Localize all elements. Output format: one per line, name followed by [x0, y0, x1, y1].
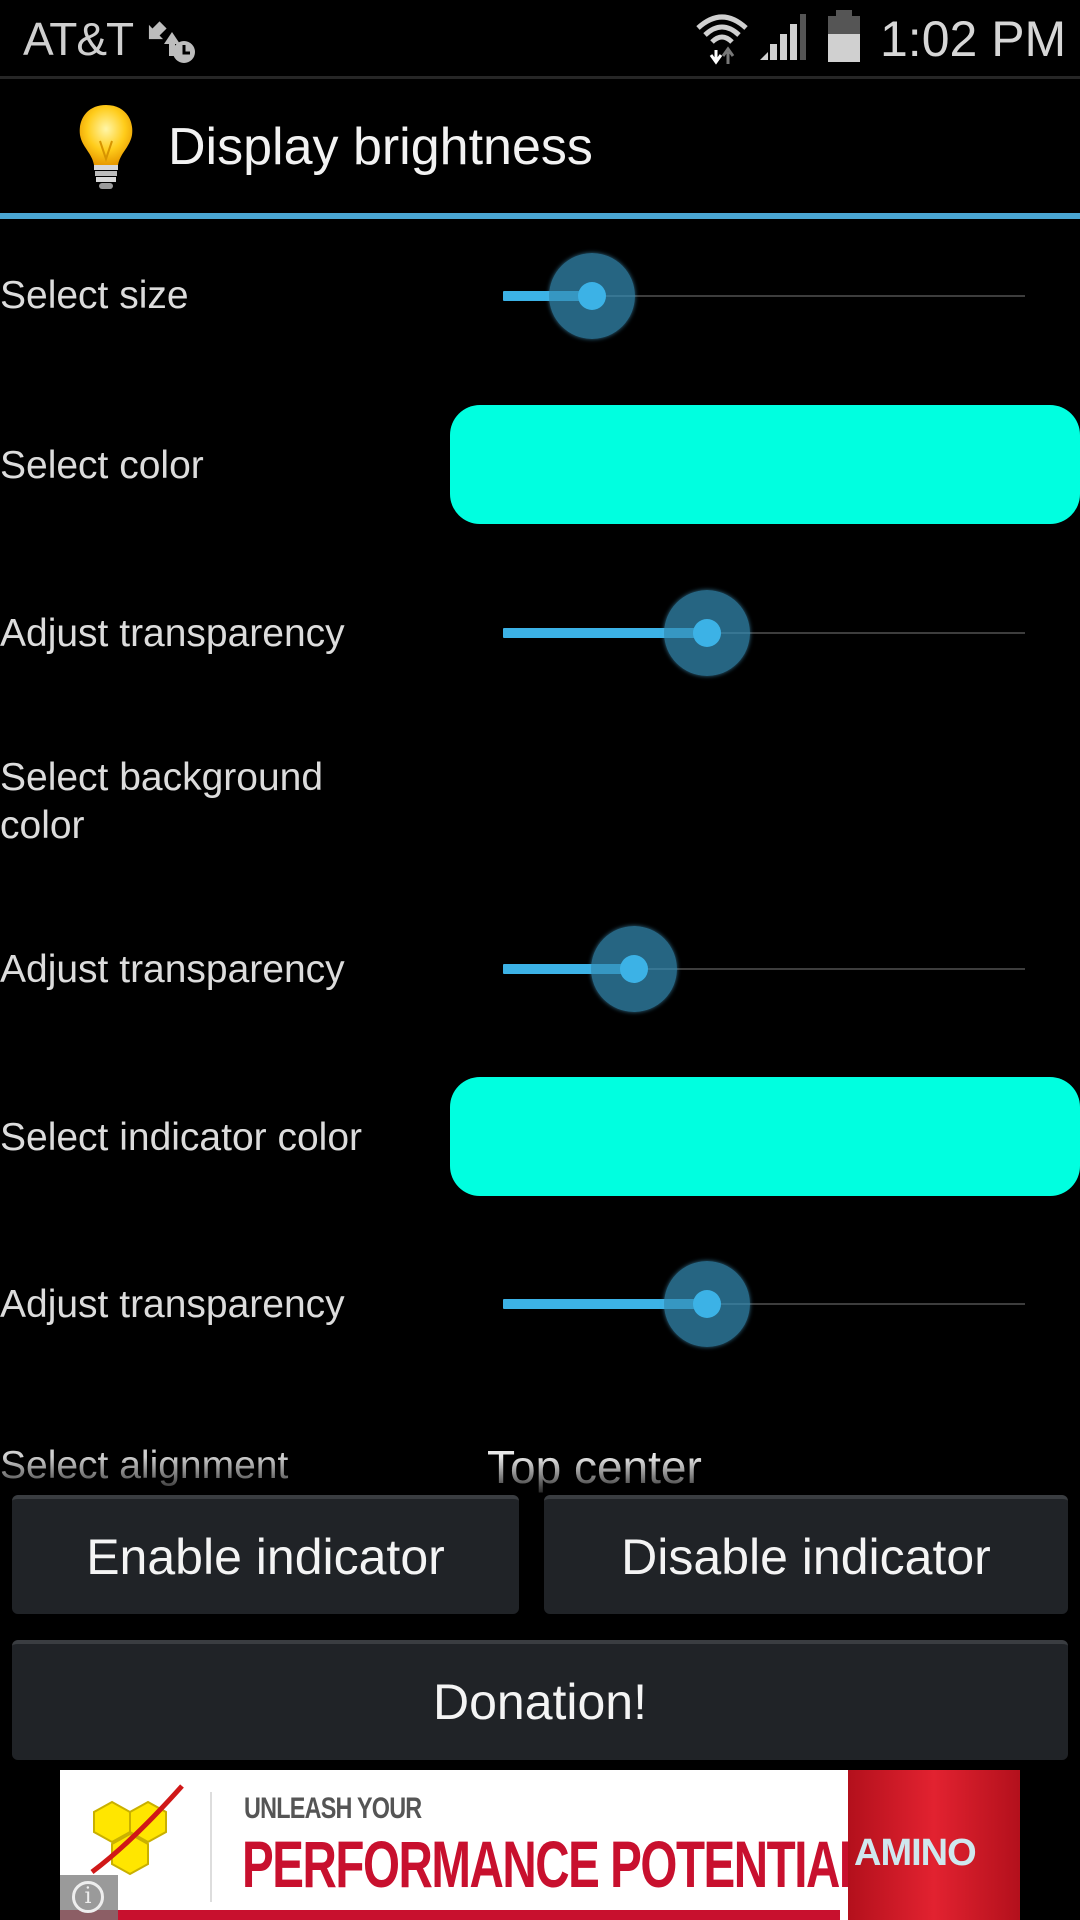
- donation-button[interactable]: Donation!: [12, 1640, 1068, 1760]
- transparency-label: Adjust transparency: [0, 612, 345, 655]
- ad-headline: UNLEASH YOUR: [244, 1792, 422, 1825]
- indicator-color-label: Select indicator color: [0, 1116, 363, 1159]
- ad-bottom-stripe: [60, 1910, 840, 1920]
- lightbulb-icon: [79, 105, 133, 189]
- ad-product-image: AMINO: [848, 1770, 1020, 1920]
- ad-divider: [210, 1792, 212, 1902]
- indicator-transparency-label: Adjust transparency: [0, 1283, 345, 1326]
- ad-product-name: AMINO: [854, 1832, 977, 1874]
- battery-icon: [828, 10, 860, 62]
- title-bar: Display brightness: [0, 79, 1080, 213]
- background-color-label[interactable]: Select background color: [0, 754, 380, 850]
- wifi-icon: [696, 14, 748, 65]
- alignment-label: Select alignment: [0, 1444, 289, 1487]
- clock: 1:02 PM: [880, 11, 1067, 67]
- disable-indicator-button[interactable]: Disable indicator: [544, 1495, 1068, 1614]
- indicator-color-swatch-button[interactable]: [450, 1077, 1080, 1196]
- background-transparency-label: Adjust transparency: [0, 948, 345, 991]
- slider-thumb[interactable]: [619, 955, 648, 983]
- slider-thumb[interactable]: [692, 619, 721, 647]
- carrier-name: AT&T: [23, 13, 134, 65]
- color-label: Select color: [0, 444, 204, 487]
- title-divider: [0, 213, 1080, 219]
- alignment-dropdown[interactable]: Top center: [487, 1440, 702, 1494]
- sync-alarm-icon: [148, 21, 195, 63]
- size-label: Select size: [0, 274, 189, 317]
- page-title: Display brightness: [168, 118, 593, 176]
- ad-tagline: PERFORMANCE POTENTIAL: [242, 1827, 868, 1901]
- ad-info-button[interactable]: i: [60, 1875, 118, 1920]
- enable-indicator-button[interactable]: Enable indicator: [12, 1495, 519, 1614]
- slider-thumb[interactable]: [577, 282, 606, 310]
- signal-icon: [760, 14, 806, 60]
- ad-banner[interactable]: UNLEASH YOUR PERFORMANCE POTENTIAL AMINO…: [60, 1770, 1020, 1920]
- info-icon: i: [72, 1881, 104, 1913]
- status-bar: AT&T 1:02 PM: [0, 0, 1080, 79]
- color-swatch-button[interactable]: [450, 405, 1080, 524]
- slider-thumb[interactable]: [692, 1290, 721, 1318]
- alignment-row[interactable]: Select alignment Top center: [0, 1440, 1080, 1496]
